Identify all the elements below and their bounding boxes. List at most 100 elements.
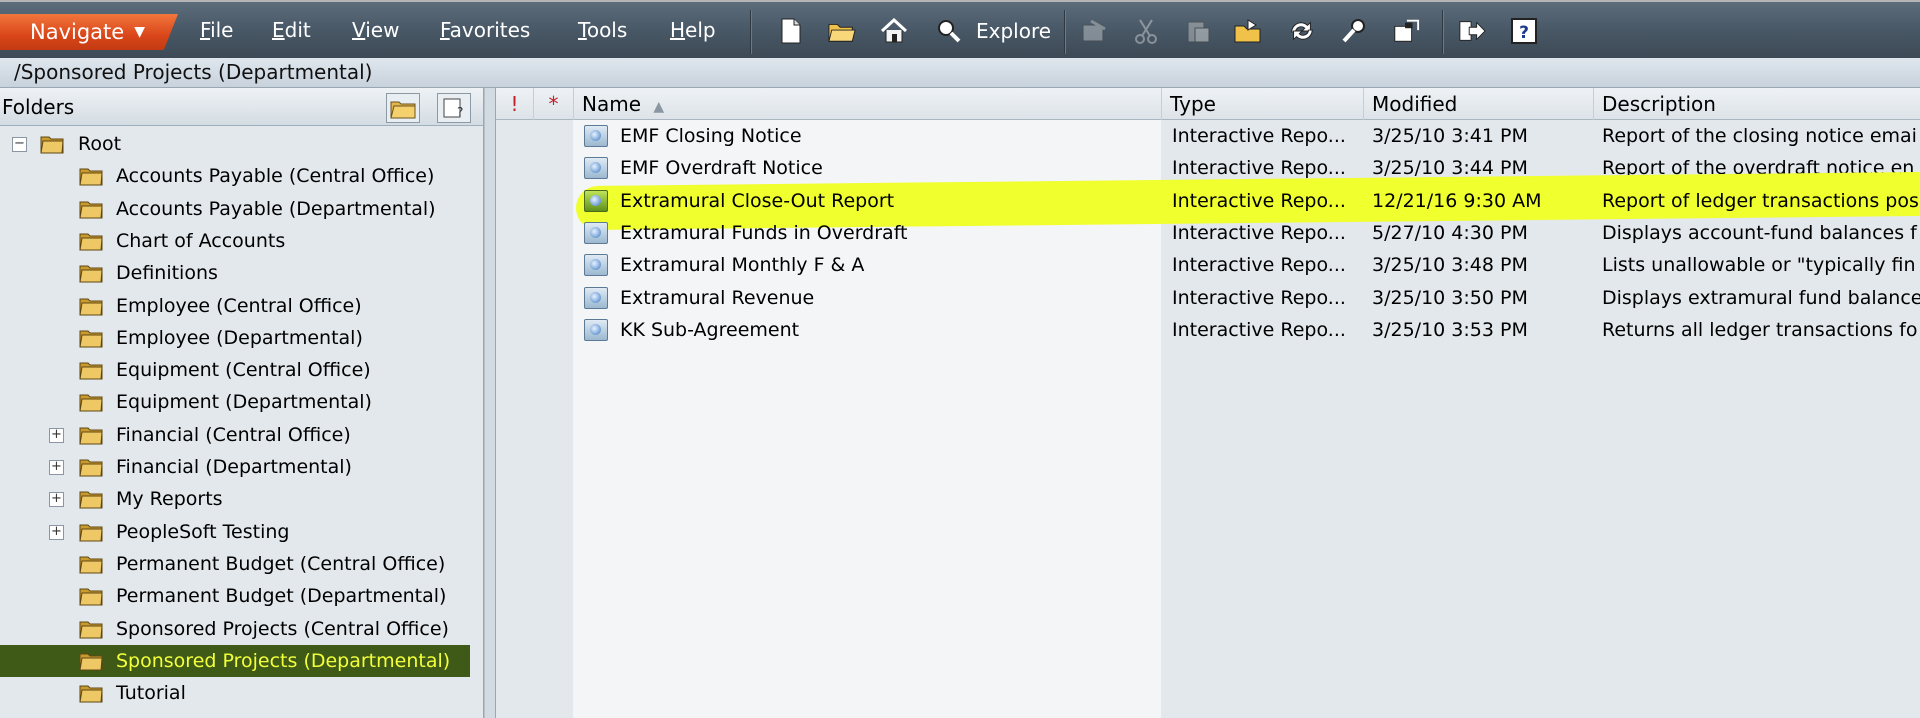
folders-title: Folders <box>2 95 75 119</box>
tree-item[interactable]: Accounts Payable (Central Office) <box>0 160 484 192</box>
modified-column-header[interactable]: Modified <box>1364 88 1594 120</box>
expand-icon[interactable]: + <box>49 492 64 508</box>
tree-item-label: Sponsored Projects (Departmental) <box>116 649 451 672</box>
search-icon[interactable] <box>1340 16 1368 46</box>
expand-icon[interactable]: + <box>49 524 64 540</box>
menu-edit[interactable]: Edit <box>272 18 311 42</box>
report-name: Extramural Close-Out Report <box>620 189 895 212</box>
type-column-header[interactable]: Type <box>1162 88 1364 120</box>
tree-item-label: Permanent Budget (Departmental) <box>116 585 447 608</box>
tree-item-root[interactable]: − Root <box>0 128 484 160</box>
report-type: Interactive Repo... <box>1172 125 1346 147</box>
report-modified: 3/25/10 3:53 PM <box>1372 318 1528 341</box>
tree-item[interactable]: Employee (Departmental) <box>0 322 484 354</box>
folder-icon <box>79 229 103 253</box>
menu-favorites[interactable]: Favorites <box>440 18 530 42</box>
folder-icon <box>79 552 103 576</box>
report-icon <box>584 221 608 244</box>
table-row[interactable]: Extramural Revenue Interactive Repo... 3/2… <box>496 282 1920 314</box>
report-icon <box>584 318 608 341</box>
report-description: Displays extramural fund balance <box>1602 286 1920 309</box>
main-toolbar: Navigate ▼ File Edit View Favorites Tool… <box>0 0 1920 58</box>
tree-item[interactable]: Accounts Payable (Departmental) <box>0 193 484 225</box>
folder-icon <box>79 390 103 414</box>
folder-icon <box>79 649 103 673</box>
chevron-down-icon: ▼ <box>134 24 145 40</box>
flag-column-header[interactable]: ! <box>496 88 534 120</box>
table-row[interactable]: Extramural Funds in Overdraft Interactive… <box>496 217 1920 249</box>
folders-header: Folders ? <box>0 88 483 126</box>
tree-item[interactable]: + Financial (Departmental) <box>0 451 484 483</box>
table-row[interactable]: Extramural Monthly F & A Interactive Repo… <box>496 249 1920 281</box>
tree-item[interactable]: Equipment (Departmental) <box>0 386 484 418</box>
tree-item-label: Root <box>78 133 122 155</box>
open-folder-icon[interactable] <box>828 16 856 46</box>
tree-item[interactable]: Equipment (Central Office) <box>0 354 484 386</box>
folder-icon <box>79 358 103 382</box>
navigate-button[interactable]: Navigate ▼ <box>0 14 178 50</box>
svg-text:?: ? <box>457 105 463 119</box>
folder-icon <box>79 197 103 221</box>
folder-help-icon[interactable]: ? <box>437 93 471 123</box>
folder-icon <box>79 164 103 188</box>
new-document-icon[interactable] <box>777 16 805 46</box>
security-icon[interactable] <box>1392 16 1420 46</box>
expand-icon[interactable]: + <box>49 460 64 475</box>
tree-item-label: Financial (Central Office) <box>116 423 351 446</box>
tree-item[interactable]: + My Reports <box>0 483 484 515</box>
table-row[interactable]: Extramural Close-Out Report Interactive R… <box>496 185 1920 217</box>
table-row[interactable]: EMF Closing Notice Interactive Repo... 3/2… <box>496 120 1920 152</box>
name-column-header[interactable]: Name ▲ <box>574 88 1162 120</box>
tree-item[interactable]: Permanent Budget (Central Office) <box>0 548 484 580</box>
folder-icon <box>79 326 103 350</box>
folder-icon <box>79 294 103 318</box>
folder-panel: Folders ? − Root Accounts Payable (Central… <box>0 88 484 718</box>
toolbar-separator <box>750 10 752 54</box>
report-modified: 5/27/10 4:30 PM <box>1372 221 1528 244</box>
tree-item[interactable]: Tutorial <box>0 677 484 709</box>
tree-item[interactable]: Employee (Central Office) <box>0 290 484 322</box>
collapse-icon[interactable]: − <box>12 137 27 152</box>
report-list: ! * Name ▲ Type Modified Description EMF… <box>496 88 1920 718</box>
home-icon[interactable] <box>880 16 908 46</box>
tree-item-label: Tutorial <box>116 682 186 705</box>
explore-icon[interactable] <box>934 16 962 46</box>
help-icon[interactable]: ? <box>1510 16 1538 46</box>
table-row[interactable]: KK Sub-Agreement Interactive Repo... 3/25/… <box>496 314 1920 346</box>
cut-icon[interactable] <box>1132 16 1160 46</box>
properties-icon[interactable] <box>1080 16 1108 46</box>
report-icon <box>584 254 608 277</box>
folder-view-icon[interactable] <box>386 93 420 123</box>
folder-icon <box>79 681 103 705</box>
toolbar-separator <box>1442 10 1444 54</box>
logout-icon[interactable] <box>1458 16 1486 46</box>
menu-view[interactable]: View <box>352 18 399 42</box>
report-modified: 3/25/10 3:50 PM <box>1372 286 1528 309</box>
menu-tools[interactable]: Tools <box>578 18 627 42</box>
star-column-header[interactable]: * <box>534 88 574 120</box>
toolbar-separator <box>1064 10 1066 54</box>
tree-item-label: Definitions <box>116 262 218 285</box>
tree-item[interactable]: + Financial (Central Office) <box>0 419 484 451</box>
tree-item-label: Sponsored Projects (Central Office) <box>116 617 449 640</box>
tree-item[interactable]: Permanent Budget (Departmental) <box>0 580 484 612</box>
tree-item[interactable]: Sponsored Projects (Central Office) <box>0 613 484 645</box>
paste-icon[interactable] <box>1184 16 1212 46</box>
report-icon <box>584 286 608 309</box>
expand-icon[interactable]: + <box>49 427 64 443</box>
report-name: EMF Overdraft Notice <box>620 157 823 180</box>
tree-item[interactable]: Definitions <box>0 257 484 289</box>
description-column-header[interactable]: Description <box>1594 88 1920 120</box>
menu-file[interactable]: File <box>200 18 233 42</box>
panel-splitter[interactable] <box>484 88 496 718</box>
explore-label[interactable]: Explore <box>976 19 1051 43</box>
tree-item[interactable]: Chart of Accounts <box>0 225 484 257</box>
tree-item[interactable]: Sponsored Projects (Departmental) <box>0 644 484 677</box>
report-name: Extramural Revenue <box>620 286 815 309</box>
tree-item-label: Employee (Departmental) <box>116 326 363 349</box>
move-folder-icon[interactable] <box>1234 16 1262 46</box>
report-type: Interactive Repo... <box>1172 318 1346 341</box>
refresh-icon[interactable] <box>1288 16 1316 46</box>
tree-item[interactable]: + PeopleSoft Testing <box>0 516 484 548</box>
menu-help[interactable]: Help <box>670 18 716 42</box>
